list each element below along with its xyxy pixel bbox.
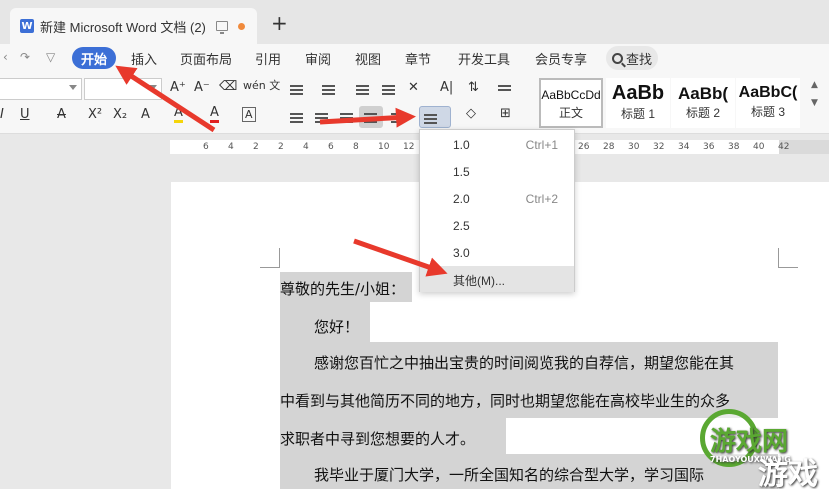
line-spacing-icon (424, 112, 437, 126)
ruler-tick-label: 12 (403, 142, 415, 152)
pinyin-guide-button[interactable]: wén 文 (243, 77, 280, 93)
show-marks-icon[interactable] (498, 83, 511, 93)
document-tab-title: 新建 Microsoft Word 文档 (2) (40, 19, 206, 35)
ruler-tick-label: 28 (603, 142, 615, 152)
line-spacing-button[interactable] (419, 106, 451, 128)
increase-indent-icon[interactable] (382, 83, 395, 97)
doc-line-body: 感谢您百忙之中抽出宝贵的时间阅览我的自荐信，期望您能在其 (314, 354, 735, 372)
menu-view[interactable]: 视图 (355, 49, 381, 68)
redo-icon[interactable]: ↷ (20, 50, 30, 64)
text-effect-button[interactable]: A (141, 107, 150, 122)
sort-icon[interactable]: ⇅ (468, 80, 479, 95)
strikethrough-button[interactable]: A (57, 107, 66, 122)
ruler-tick-label: 32 (653, 142, 665, 152)
style-heading-1[interactable]: AaBb 标题 1 (606, 78, 670, 128)
search-label: 查找 (626, 51, 653, 67)
numbering-icon[interactable] (322, 83, 335, 97)
menu-item-spacing-3-0[interactable]: 3.0 (420, 240, 574, 266)
site-watermark: 游戏网 7HAOYOUXIWANG 游戏 (650, 405, 829, 489)
margin-corner-mark (778, 248, 798, 268)
menu-review[interactable]: 审阅 (305, 49, 331, 68)
bullets-icon[interactable] (290, 83, 303, 97)
title-bar: W 新建 Microsoft Word 文档 (2) + (0, 0, 829, 44)
font-size-select[interactable] (84, 78, 162, 100)
menu-bar: ‹ ↷ ▽ 开始 插入 页面布局 引用 审阅 视图 章节 开发工具 会员专享 查… (0, 44, 829, 72)
subscript-button[interactable]: X₂ (113, 107, 127, 122)
ruler-tick-label: 30 (628, 142, 640, 152)
ruler-tick-label: 36 (703, 142, 715, 152)
menu-insert[interactable]: 插入 (131, 49, 157, 68)
menu-item-spacing-2-5[interactable]: 2.5 (420, 213, 574, 239)
font-color-button[interactable]: A (210, 105, 219, 123)
ruler-tick-label: 2 (253, 142, 259, 152)
underline-button[interactable]: U (20, 107, 30, 122)
monitor-icon[interactable] (216, 21, 228, 34)
highlight-button[interactable]: A (174, 105, 183, 123)
menu-item-spacing-1-5[interactable]: 1.5 (420, 159, 574, 185)
word-app-icon: W (20, 19, 34, 33)
align-left-icon[interactable] (290, 111, 303, 125)
menu-chevron-icon[interactable]: ‹ (3, 50, 8, 64)
ruler-tick-label: 38 (728, 142, 740, 152)
ruler-tick-label: 26 (578, 142, 590, 152)
margin-corner-mark (260, 248, 280, 268)
new-tab-button[interactable]: + (271, 11, 288, 35)
document-tab[interactable]: W 新建 Microsoft Word 文档 (2) (10, 8, 257, 44)
superscript-button[interactable]: X² (88, 107, 102, 122)
clear-format-icon[interactable]: ⌫ (219, 79, 237, 94)
ruler-tick-label: 10 (378, 142, 390, 152)
doc-line-body: 我毕业于厦门大学，一所全国知名的综合型大学，学习国际 (314, 466, 705, 484)
style-heading-2[interactable]: AaBb( 标题 2 (671, 78, 735, 128)
align-center-icon[interactable] (315, 111, 328, 125)
menu-developer[interactable]: 开发工具 (458, 49, 510, 68)
ruler-tick-label: 40 (753, 142, 765, 152)
ruler-tick-label: 6 (203, 142, 209, 152)
wps-window: W 新建 Microsoft Word 文档 (2) + ‹ ↷ ▽ 开始 插入… (0, 0, 829, 489)
search-icon (612, 52, 623, 64)
menu-item-spacing-2-0[interactable]: 2.0 Ctrl+2 (420, 186, 574, 212)
italic-button[interactable]: I (0, 107, 4, 122)
line-spacing-menu: 1.0 Ctrl+1 1.5 2.0 Ctrl+2 2.5 3.0 其他(M).… (419, 129, 575, 292)
ruler-tick-label: 4 (303, 142, 309, 152)
ruler-tick-label: 2 (278, 142, 284, 152)
align-right-icon[interactable] (340, 111, 353, 125)
char-border-button[interactable]: A (242, 107, 256, 122)
style-heading-3[interactable]: AaBbC( 标题 3 (736, 78, 800, 128)
menu-references[interactable]: 引用 (255, 49, 281, 68)
menu-page-layout[interactable]: 页面布局 (180, 49, 232, 68)
doc-line-salutation: 尊敬的先生/小姐： (280, 280, 406, 298)
ruler-tick-label: 4 (228, 142, 234, 152)
styles-scroll-down-icon[interactable]: ▼ (811, 98, 818, 108)
chinese-layout-icon[interactable]: ✕ (408, 80, 419, 95)
distributed-icon[interactable] (391, 111, 404, 125)
styles-gallery: AaBbCcDd 正文 AaBb 标题 1 AaBb( 标题 2 AaBbC( … (537, 78, 829, 130)
chevron-down-icon (69, 85, 77, 90)
ruler-tick-label: 42 (778, 142, 790, 152)
text-direction-icon[interactable]: A| (440, 80, 453, 95)
styles-scroll-up-icon[interactable]: ▲ (811, 80, 818, 90)
ruler-tick-label: 6 (328, 142, 334, 152)
doc-line-greeting: 您好！ (314, 318, 360, 336)
search-button[interactable]: 查找 (606, 46, 658, 70)
menu-member[interactable]: 会员专享 (535, 49, 587, 68)
ruler-tick-label: 8 (353, 142, 359, 152)
borders-icon[interactable]: ⊞ (500, 106, 511, 121)
watermark-big-text: 游戏 (758, 457, 818, 489)
shading-icon[interactable]: ◇ (466, 106, 476, 121)
menu-item-spacing-other[interactable]: 其他(M)... (420, 266, 574, 292)
menu-item-spacing-1-0[interactable]: 1.0 Ctrl+1 (420, 132, 574, 158)
unsaved-dot-icon (238, 22, 245, 30)
font-size-decrease-button[interactable]: A⁻ (194, 80, 210, 95)
decrease-indent-icon[interactable] (356, 83, 369, 97)
doc-line-body: 求职者中寻到您想要的人才。 (280, 430, 476, 448)
justify-icon (364, 111, 377, 125)
ruler-tick-label: 34 (678, 142, 690, 152)
quick-access-more-icon[interactable]: ▽ (46, 50, 55, 64)
menu-home[interactable]: 开始 (72, 47, 116, 69)
style-normal[interactable]: AaBbCcDd 正文 (539, 78, 603, 128)
chevron-down-icon (149, 85, 157, 90)
font-name-select[interactable] (0, 78, 82, 100)
menu-section[interactable]: 章节 (405, 49, 431, 68)
font-size-increase-button[interactable]: A⁺ (170, 80, 186, 95)
